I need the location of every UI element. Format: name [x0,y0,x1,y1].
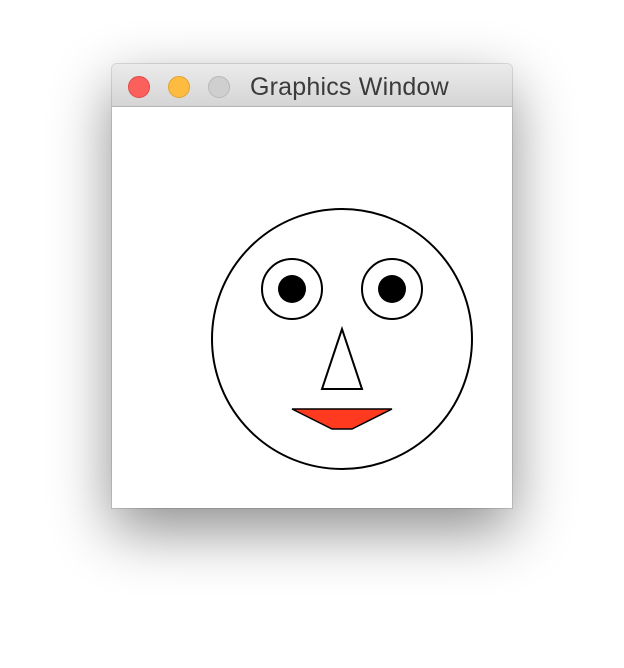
graphics-window: Graphics Window [112,64,512,508]
desktop: Graphics Window [0,0,624,668]
minimize-icon[interactable] [168,76,190,98]
zoom-icon[interactable] [208,76,230,98]
face-drawing [211,208,473,470]
close-icon[interactable] [128,76,150,98]
left-pupil [278,275,306,303]
drawing-canvas[interactable] [112,107,512,508]
right-pupil [378,275,406,303]
title-bar[interactable]: Graphics Window [112,64,512,107]
window-title: Graphics Window [250,73,449,101]
